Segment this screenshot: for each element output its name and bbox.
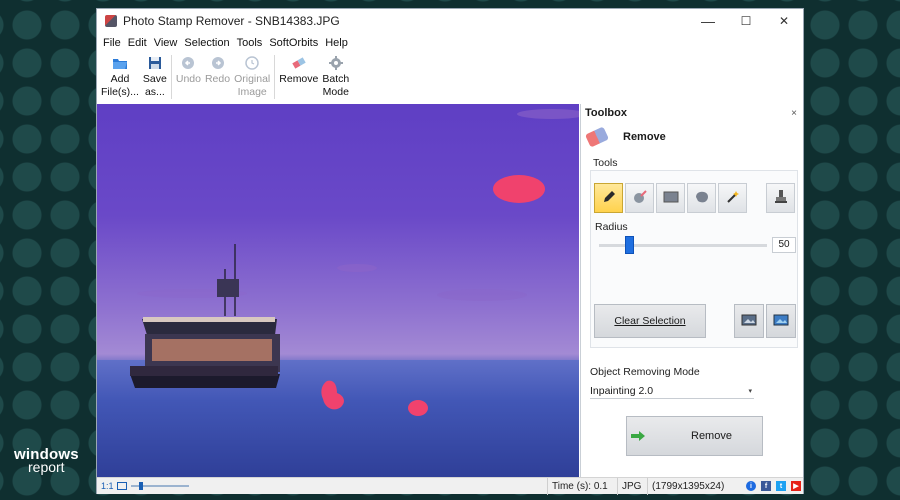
batch-mode-button[interactable]: Batch Mode bbox=[320, 53, 351, 99]
redo-label: Redo bbox=[204, 73, 231, 85]
app-icon bbox=[105, 15, 117, 27]
selection-mark bbox=[493, 175, 545, 203]
open-folder-icon bbox=[112, 55, 128, 71]
toolbar-separator bbox=[170, 55, 172, 99]
redo-icon bbox=[210, 55, 226, 71]
remove-label: Remove bbox=[279, 73, 319, 85]
pencil-tool-button[interactable] bbox=[594, 183, 623, 213]
menu-file[interactable]: File bbox=[103, 37, 121, 49]
image-save-icon bbox=[773, 313, 789, 330]
remove-button-label: Remove bbox=[691, 430, 732, 442]
youtube-icon[interactable]: ▶ bbox=[791, 481, 801, 491]
clear-selection-label: Clear Selection bbox=[614, 315, 686, 327]
mode-value: Inpainting 2.0 bbox=[590, 384, 654, 397]
remove-section-header: Remove bbox=[581, 122, 803, 152]
remove-section-title: Remove bbox=[623, 131, 666, 143]
save-as-button[interactable]: Save as... bbox=[141, 53, 169, 99]
add-files-button[interactable]: Add File(s)... bbox=[99, 53, 141, 99]
original-image-label: Original Image bbox=[234, 73, 271, 98]
social-icons: i f t ▶ bbox=[746, 481, 801, 491]
zoom-slider[interactable] bbox=[130, 482, 189, 490]
original-image-button[interactable]: Original Image bbox=[232, 53, 272, 99]
toolbox-title: Toolbox bbox=[585, 107, 627, 119]
menu-edit[interactable]: Edit bbox=[128, 37, 147, 49]
radius-slider-thumb[interactable] bbox=[625, 236, 634, 254]
dimensions-status: (1799x1395x24) bbox=[647, 478, 727, 495]
clear-selection-button[interactable]: Clear Selection bbox=[594, 304, 706, 338]
image-selection-icon bbox=[741, 313, 757, 330]
title-bar: Photo Stamp Remover - SNB14383.JPG — ☐ ✕ bbox=[97, 9, 803, 33]
save-selection-button[interactable] bbox=[766, 304, 796, 338]
zoom-actual-button[interactable]: 1:1 bbox=[101, 481, 114, 491]
eraser-icon bbox=[291, 55, 307, 71]
toolbar-separator bbox=[274, 55, 276, 99]
toolbar: Add File(s)... Save as... Undo Redo Orig… bbox=[97, 53, 579, 105]
windows-report-logo: windows report bbox=[14, 447, 79, 474]
time-status: Time (s): 0.1 bbox=[547, 478, 617, 495]
mode-dropdown[interactable]: Inpainting 2.0 ▾ bbox=[590, 383, 754, 399]
toolbox-header: Toolbox × bbox=[581, 104, 803, 122]
status-bar: 1:1 Time (s): 0.1 JPG (1799x1395x24) i f… bbox=[97, 477, 803, 495]
redo-button[interactable]: Redo bbox=[203, 53, 232, 86]
format-status: JPG bbox=[617, 478, 647, 495]
gear-icon bbox=[328, 55, 344, 71]
undo-label: Undo bbox=[175, 73, 201, 85]
stamp-tool-button[interactable] bbox=[766, 183, 795, 213]
brush-icon bbox=[632, 189, 648, 207]
pencil-icon bbox=[602, 190, 616, 207]
lasso-tool-button[interactable] bbox=[687, 183, 716, 213]
remove-button[interactable]: Remove bbox=[626, 416, 763, 456]
undo-button[interactable]: Undo bbox=[174, 53, 203, 86]
boat-shape bbox=[130, 244, 280, 388]
menu-softorbits[interactable]: SoftOrbits bbox=[269, 37, 318, 49]
stamp-icon bbox=[774, 189, 788, 208]
info-icon[interactable]: i bbox=[746, 481, 756, 491]
menu-selection[interactable]: Selection bbox=[184, 37, 229, 49]
facebook-icon[interactable]: f bbox=[761, 481, 771, 491]
tools-label: Tools bbox=[593, 157, 618, 169]
toolbox-close-button[interactable]: × bbox=[791, 108, 797, 119]
eraser-icon bbox=[584, 126, 610, 148]
rectangle-tool-button[interactable] bbox=[656, 183, 685, 213]
tools-panel: Radius 50 Clear Selection bbox=[590, 170, 798, 348]
arrow-right-icon bbox=[631, 431, 645, 441]
magic-wand-tool-button[interactable] bbox=[718, 183, 747, 213]
app-window: Photo Stamp Remover - SNB14383.JPG — ☐ ✕… bbox=[96, 8, 804, 495]
minimize-button[interactable]: — bbox=[689, 9, 727, 33]
toolbox-panel: Toolbox × Remove Tools Radius 50 Clear S… bbox=[580, 104, 803, 477]
remove-toolbar-button[interactable]: Remove bbox=[277, 53, 320, 86]
save-icon bbox=[147, 55, 163, 71]
magic-wand-icon bbox=[726, 190, 740, 207]
window-title: Photo Stamp Remover - SNB14383.JPG bbox=[123, 14, 340, 28]
add-files-label: Add File(s)... bbox=[101, 73, 139, 98]
radius-label: Radius bbox=[595, 221, 628, 233]
menu-help[interactable]: Help bbox=[325, 37, 348, 49]
menu-view[interactable]: View bbox=[154, 37, 178, 49]
maximize-button[interactable]: ☐ bbox=[727, 9, 765, 33]
mode-label: Object Removing Mode bbox=[590, 366, 700, 378]
history-icon bbox=[244, 55, 260, 71]
menu-bar: File Edit View Selection Tools SoftOrbit… bbox=[97, 34, 803, 52]
lasso-icon bbox=[694, 190, 710, 207]
window-controls: — ☐ ✕ bbox=[689, 9, 803, 33]
chevron-down-icon: ▾ bbox=[748, 387, 752, 395]
image-canvas[interactable] bbox=[97, 104, 579, 477]
rectangle-select-icon bbox=[663, 191, 679, 206]
close-button[interactable]: ✕ bbox=[765, 9, 803, 33]
radius-value-field[interactable]: 50 bbox=[772, 237, 796, 253]
selection-mark bbox=[408, 400, 428, 416]
load-selection-button[interactable] bbox=[734, 304, 764, 338]
zoom-controls: 1:1 bbox=[97, 481, 189, 491]
save-as-label: Save as... bbox=[142, 73, 167, 98]
brush-tool-button[interactable] bbox=[625, 183, 654, 213]
twitter-icon[interactable]: t bbox=[776, 481, 786, 491]
fit-screen-icon[interactable] bbox=[116, 482, 127, 490]
photo-scene bbox=[130, 175, 545, 416]
undo-icon bbox=[180, 55, 196, 71]
batch-mode-label: Batch Mode bbox=[322, 73, 350, 98]
menu-tools[interactable]: Tools bbox=[237, 37, 263, 49]
selection-mark bbox=[321, 380, 344, 410]
